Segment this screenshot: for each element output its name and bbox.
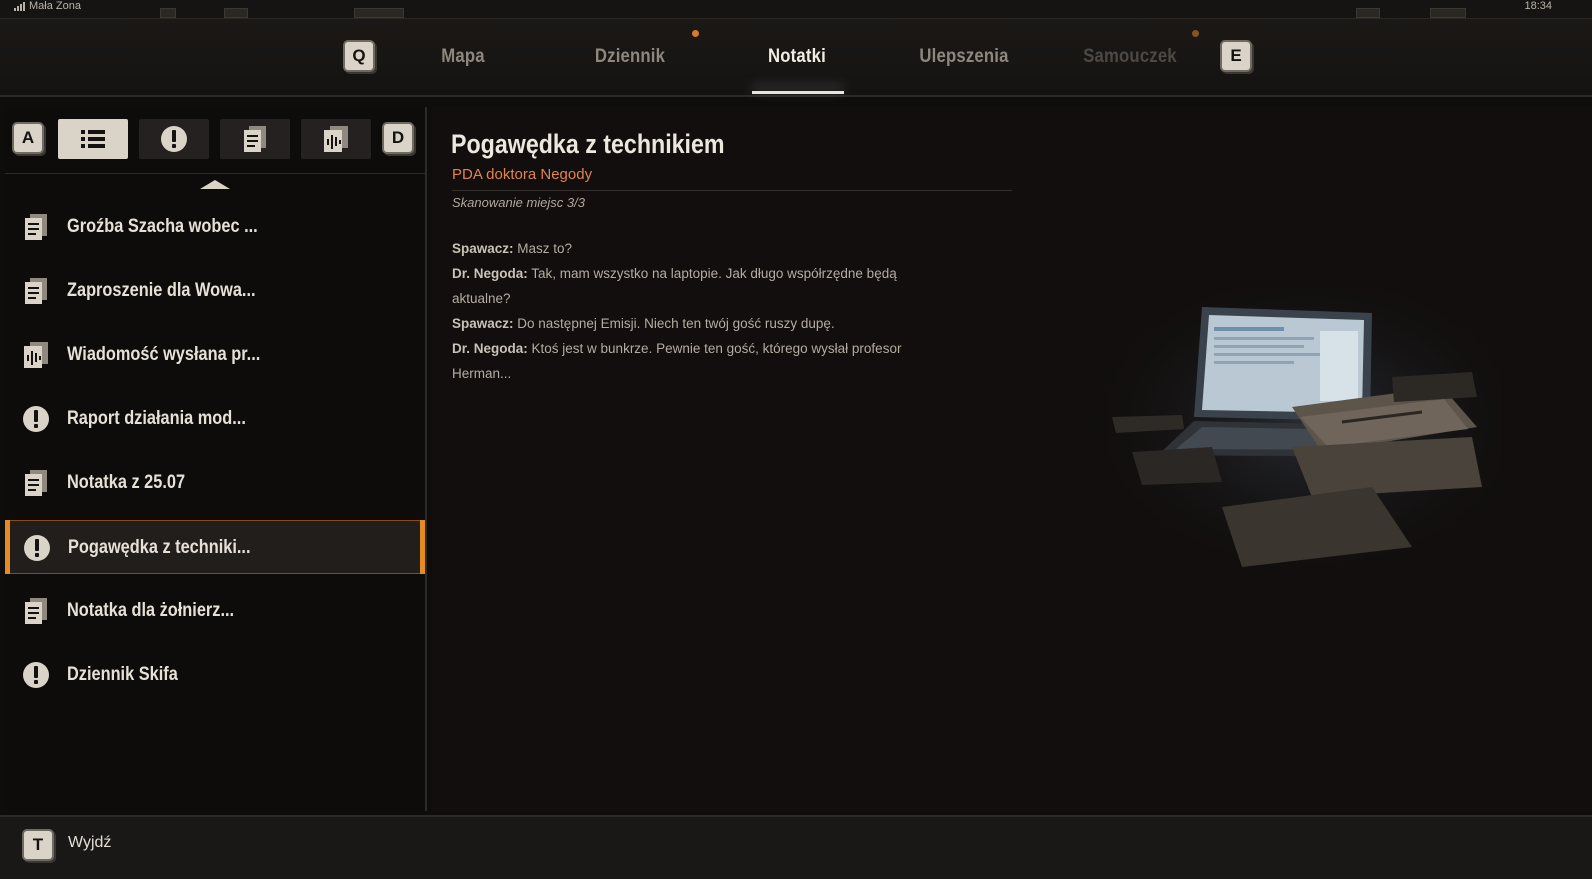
list-item[interactable]: Notatka z 25.07 [5,456,425,510]
filter-bar: A D [5,107,425,174]
dialogue-line: Spawacz: Masz to? [452,241,573,256]
list-icon [81,130,105,148]
active-tab-indicator [752,91,844,94]
tab-dziennik[interactable]: Dziennik [568,19,691,95]
top-navigation: Q Mapa Dziennik Notatki Ulepszenia Samou… [0,19,1592,97]
list-item-label: Wiadomość wysłana pr... [67,344,261,365]
list-item-label: Raport działania mod... [67,408,246,429]
filter-all-button[interactable] [58,119,128,159]
list-item-selected[interactable]: Pogawędka z techniki... [5,520,425,574]
document-icon [21,212,51,242]
decor-block [160,8,176,18]
exclamation-icon [21,404,51,434]
list-item[interactable]: Groźba Szacha wobec ... [5,200,425,254]
tab-ulepszenia[interactable]: Ulepszenia [902,19,1025,95]
next-filter-key[interactable]: D [384,124,412,152]
list-item-label: Notatka dla żołnierz... [67,600,235,621]
note-meta: Skanowanie miejsc 3/3 [452,195,585,210]
signal-icon [14,1,25,11]
note-detail-panel: Pogawędka z technikiem PDA doktora Negod… [432,107,1592,811]
filter-important-button[interactable] [139,119,209,159]
exclamation-icon [22,533,52,563]
divider [452,190,1012,191]
note-source: PDA doktora Negody [452,166,593,183]
document-icon [21,276,51,306]
document-icon [244,126,266,152]
filter-audio-button[interactable] [301,119,371,159]
list-item-label: Dziennik Skifa [67,664,178,685]
carrier-info: Mała Zona [14,0,81,12]
list-item-label: Notatka z 25.07 [67,472,186,493]
exit-button[interactable]: Wyjdź [68,834,111,852]
tab-mapa[interactable]: Mapa [401,19,524,95]
document-icon [21,468,51,498]
clock: 18:34 [1524,0,1552,12]
carrier-name: Mała Zona [29,0,81,12]
decor-block [224,8,248,18]
notes-list-panel: A D Groźba Szacha wobec ... Zaproszenie … [5,107,427,811]
status-bar: Mała Zona 18:34 [0,0,1592,19]
next-tab-key[interactable]: E [1222,42,1250,70]
tab-samouczek[interactable]: Samouczek [1068,19,1191,95]
dialogue-line: Dr. Negoda: Tak, mam wszystko na laptopi… [452,266,897,306]
scroll-up-arrow-icon[interactable] [200,180,230,189]
decor-block [1430,8,1466,18]
list-item[interactable]: Raport działania mod... [5,392,425,446]
note-title: Pogawędka z technikiem [451,129,725,159]
decor-block [1356,8,1380,18]
new-content-dot [692,30,699,37]
dialogue-line: Dr. Negoda: Ktoś jest w bunkrze. Pewnie … [452,341,902,381]
exclamation-icon [161,126,187,152]
list-item[interactable]: Notatka dla żołnierz... [5,584,425,638]
bottom-bar: T Wyjdź [0,815,1592,879]
decor-block [354,8,404,18]
exclamation-icon [21,660,51,690]
new-content-dot [1192,30,1199,37]
audio-note-icon [324,126,348,152]
tab-notatki[interactable]: Notatki [735,19,858,95]
laptop-illustration [1072,287,1502,587]
document-icon [21,596,51,626]
dialogue-line: Spawacz: Do następnej Emisji. Niech ten … [452,316,835,331]
list-item[interactable]: Wiadomość wysłana pr... [5,328,425,382]
list-item[interactable]: Zaproszenie dla Wowa... [5,264,425,318]
audio-note-icon [21,340,51,370]
list-item-label: Groźba Szacha wobec ... [67,216,258,237]
list-item-label: Zaproszenie dla Wowa... [67,280,256,301]
filter-documents-button[interactable] [220,119,290,159]
prev-tab-key[interactable]: Q [345,42,373,70]
prev-filter-key[interactable]: A [14,124,42,152]
note-body: Spawacz: Masz to? Dr. Negoda: Tak, mam w… [452,236,952,386]
list-item-label: Pogawędka z techniki... [68,537,251,558]
exit-key[interactable]: T [24,831,52,859]
list-item[interactable]: Dziennik Skifa [5,648,425,702]
